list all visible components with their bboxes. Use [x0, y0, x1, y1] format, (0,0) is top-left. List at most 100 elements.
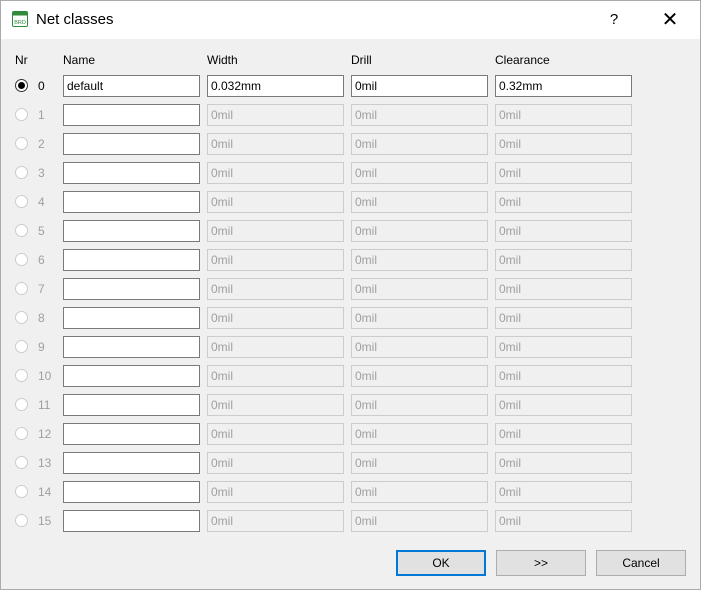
clearance-field[interactable] [495, 510, 632, 532]
width-field[interactable] [207, 191, 344, 213]
help-button[interactable]: ? [602, 7, 626, 33]
name-field[interactable] [63, 452, 200, 474]
name-field[interactable] [63, 481, 200, 503]
row-select-radio[interactable] [15, 224, 28, 237]
clearance-field[interactable] [495, 75, 632, 97]
drill-field[interactable] [351, 336, 488, 358]
name-field[interactable] [63, 75, 200, 97]
name-field[interactable] [63, 423, 200, 445]
row-select-radio[interactable] [15, 79, 28, 92]
drill-field[interactable] [351, 278, 488, 300]
row-select-radio[interactable] [15, 514, 28, 527]
drill-field[interactable] [351, 365, 488, 387]
next-button[interactable]: >> [496, 550, 586, 576]
drill-field[interactable] [351, 133, 488, 155]
brd-file-icon: BRD [12, 11, 28, 27]
row-select-radio[interactable] [15, 398, 28, 411]
clearance-field[interactable] [495, 249, 632, 271]
clearance-field[interactable] [495, 220, 632, 242]
name-field[interactable] [63, 307, 200, 329]
clearance-field[interactable] [495, 104, 632, 126]
name-field[interactable] [63, 220, 200, 242]
row-select-radio[interactable] [15, 485, 28, 498]
drill-field[interactable] [351, 104, 488, 126]
row-number: 4 [38, 195, 45, 209]
ok-button[interactable]: OK [396, 550, 486, 576]
name-field[interactable] [63, 336, 200, 358]
row-number: 0 [38, 79, 45, 93]
row-number: 12 [38, 427, 52, 441]
row-select-radio[interactable] [15, 369, 28, 382]
width-field[interactable] [207, 162, 344, 184]
name-field[interactable] [63, 510, 200, 532]
row-select-radio[interactable] [15, 340, 28, 353]
drill-field[interactable] [351, 307, 488, 329]
width-field[interactable] [207, 249, 344, 271]
net-class-row: 3 [1, 162, 700, 186]
row-select-radio[interactable] [15, 108, 28, 121]
row-number: 6 [38, 253, 45, 267]
width-field[interactable] [207, 278, 344, 300]
width-field[interactable] [207, 307, 344, 329]
row-select-radio[interactable] [15, 137, 28, 150]
clearance-field[interactable] [495, 191, 632, 213]
net-class-row: 1 [1, 104, 700, 128]
clearance-field[interactable] [495, 278, 632, 300]
width-field[interactable] [207, 75, 344, 97]
width-field[interactable] [207, 452, 344, 474]
net-class-row: 9 [1, 336, 700, 360]
drill-field[interactable] [351, 191, 488, 213]
clearance-field[interactable] [495, 336, 632, 358]
name-field[interactable] [63, 104, 200, 126]
drill-field[interactable] [351, 423, 488, 445]
cancel-button[interactable]: Cancel [596, 550, 686, 576]
close-button[interactable]: ✕ [656, 7, 684, 33]
width-field[interactable] [207, 220, 344, 242]
net-class-row: 4 [1, 191, 700, 215]
width-field[interactable] [207, 365, 344, 387]
drill-field[interactable] [351, 510, 488, 532]
width-field[interactable] [207, 510, 344, 532]
net-class-row: 6 [1, 249, 700, 273]
width-field[interactable] [207, 394, 344, 416]
width-field[interactable] [207, 481, 344, 503]
clearance-field[interactable] [495, 162, 632, 184]
title-bar: BRD Net classes ? ✕ [1, 1, 700, 39]
drill-field[interactable] [351, 452, 488, 474]
row-select-radio[interactable] [15, 282, 28, 295]
row-select-radio[interactable] [15, 195, 28, 208]
row-number: 1 [38, 108, 45, 122]
net-class-row: 12 [1, 423, 700, 447]
name-field[interactable] [63, 249, 200, 271]
row-select-radio[interactable] [15, 166, 28, 179]
width-field[interactable] [207, 423, 344, 445]
drill-field[interactable] [351, 162, 488, 184]
drill-field[interactable] [351, 220, 488, 242]
row-select-radio[interactable] [15, 253, 28, 266]
name-field[interactable] [63, 278, 200, 300]
width-field[interactable] [207, 133, 344, 155]
clearance-field[interactable] [495, 481, 632, 503]
drill-field[interactable] [351, 481, 488, 503]
width-field[interactable] [207, 104, 344, 126]
drill-field[interactable] [351, 249, 488, 271]
drill-field[interactable] [351, 75, 488, 97]
name-field[interactable] [63, 162, 200, 184]
clearance-field[interactable] [495, 307, 632, 329]
clearance-field[interactable] [495, 423, 632, 445]
clearance-field[interactable] [495, 452, 632, 474]
row-select-radio[interactable] [15, 311, 28, 324]
clearance-field[interactable] [495, 133, 632, 155]
row-select-radio[interactable] [15, 427, 28, 440]
name-field[interactable] [63, 394, 200, 416]
name-field[interactable] [63, 133, 200, 155]
clearance-field[interactable] [495, 394, 632, 416]
name-field[interactable] [63, 191, 200, 213]
net-class-row: 8 [1, 307, 700, 331]
row-select-radio[interactable] [15, 456, 28, 469]
name-field[interactable] [63, 365, 200, 387]
header-name: Name [63, 53, 96, 67]
width-field[interactable] [207, 336, 344, 358]
clearance-field[interactable] [495, 365, 632, 387]
drill-field[interactable] [351, 394, 488, 416]
